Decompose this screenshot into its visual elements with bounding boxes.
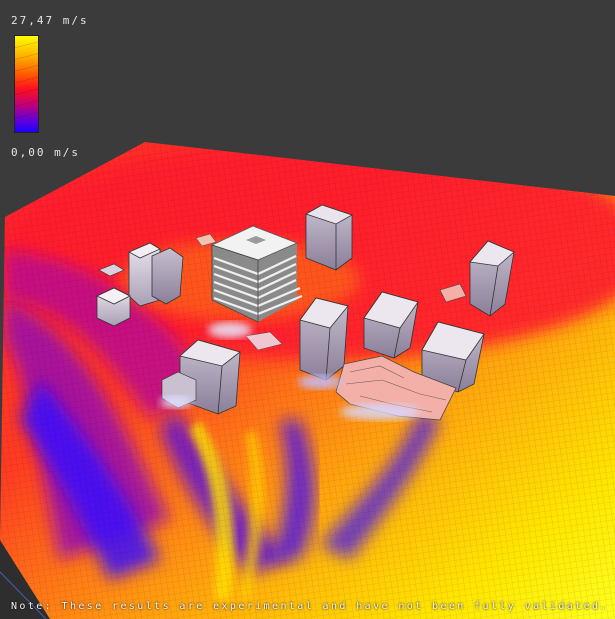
ground-plane	[0, 142, 615, 619]
building-center-tall[interactable]	[299, 297, 349, 381]
building-tall-right-top[interactable]	[305, 204, 353, 271]
wind-flow-scene[interactable]	[0, 0, 615, 619]
disclaimer-note: Note: These results are experimental and…	[11, 601, 609, 612]
building-left-cluster[interactable]	[128, 242, 184, 307]
velocity-color-legend	[14, 35, 39, 133]
legend-min-label: 0,00 m/s	[11, 146, 80, 159]
wind-analysis-viewport[interactable]: 27,47 m/s 0,00 m/s Note: These results a…	[0, 0, 615, 619]
legend-max-label: 27,47 m/s	[11, 14, 89, 27]
